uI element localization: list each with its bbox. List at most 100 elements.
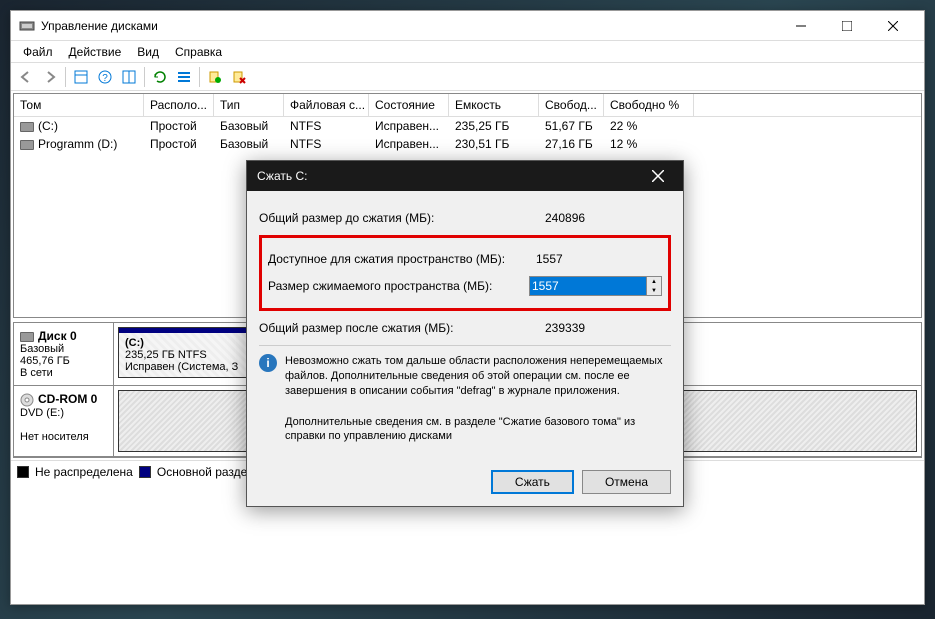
row-tom: (C:) <box>38 119 58 133</box>
row-type: Базовый <box>214 117 284 135</box>
shrink-size-input[interactable] <box>529 276 647 296</box>
maximize-button[interactable] <box>824 11 870 41</box>
row-free: 51,67 ГБ <box>539 117 604 135</box>
back-button[interactable] <box>15 66 37 88</box>
row-type: Базовый <box>214 135 284 153</box>
cdrom-icon <box>20 393 34 407</box>
row-fs: NTFS <box>284 117 369 135</box>
new-icon <box>208 70 222 84</box>
row-state: Исправен... <box>369 117 449 135</box>
minimize-icon <box>796 21 806 31</box>
toolbar-refresh[interactable] <box>149 66 171 88</box>
row-loc: Простой <box>144 117 214 135</box>
window-title: Управление дисками <box>41 19 778 33</box>
dialog-title: Сжать C: <box>257 169 643 183</box>
dialog-body: Общий размер до сжатия (МБ): 240896 Дост… <box>247 191 683 462</box>
spinner-up[interactable]: ▲ <box>647 277 661 286</box>
maximize-icon <box>842 21 852 31</box>
col-loc[interactable]: Располо... <box>144 94 214 116</box>
titlebar: Управление дисками <box>11 11 924 41</box>
help-icon: ? <box>98 70 112 84</box>
partition-state: Исправен (Система, З <box>125 361 238 373</box>
info-text-2: Дополнительные сведения см. в разделе "С… <box>285 415 671 445</box>
info-row-1: i Невозможно сжать том дальше области ра… <box>259 354 671 399</box>
cancel-button[interactable]: Отмена <box>582 470 671 494</box>
col-freepc[interactable]: Свободно % <box>604 94 694 116</box>
disk-status: Нет носителя <box>20 431 89 443</box>
disk-label[interactable]: Диск 0 Базовый 465,76 ГБ В сети <box>14 323 114 385</box>
legend-primary: Основной раздел <box>157 465 254 479</box>
disk-size: 465,76 ГБ <box>20 355 70 367</box>
highlight-box: Доступное для сжатия пространство (МБ): … <box>259 235 671 311</box>
menu-view[interactable]: Вид <box>129 43 167 61</box>
list-icon <box>177 70 191 84</box>
col-free[interactable]: Свобод... <box>539 94 604 116</box>
partition-name: (C:) <box>125 337 144 349</box>
close-icon <box>652 170 664 182</box>
table-row[interactable]: (C:) Простой Базовый NTFS Исправен... 23… <box>14 117 921 135</box>
toolbar-list[interactable] <box>173 66 195 88</box>
col-state[interactable]: Состояние <box>369 94 449 116</box>
menu-action[interactable]: Действие <box>61 43 130 61</box>
delete-icon <box>232 70 246 84</box>
col-cap[interactable]: Емкость <box>449 94 539 116</box>
disk-type: DVD (E:) <box>20 407 64 419</box>
svg-text:?: ? <box>102 73 108 84</box>
menubar: Файл Действие Вид Справка <box>11 41 924 63</box>
dialog-close-button[interactable] <box>643 161 673 191</box>
disk-name: Диск 0 <box>38 329 77 343</box>
menu-help[interactable]: Справка <box>167 43 230 61</box>
back-icon <box>19 70 33 84</box>
disk-name: CD-ROM 0 <box>38 392 97 406</box>
row-freepc: 12 % <box>604 135 694 153</box>
disk-status: В сети <box>20 367 53 379</box>
info-row-2: Дополнительные сведения см. в разделе "С… <box>285 415 671 445</box>
toolbar-view2[interactable] <box>118 66 140 88</box>
app-icon <box>19 18 35 34</box>
row-state: Исправен... <box>369 135 449 153</box>
forward-button[interactable] <box>39 66 61 88</box>
table-header: Том Располо... Тип Файловая с... Состоян… <box>14 94 921 117</box>
row-available: Доступное для сжатия пространство (МБ): … <box>268 250 662 268</box>
menu-file[interactable]: Файл <box>15 43 61 61</box>
forward-icon <box>43 70 57 84</box>
minimize-button[interactable] <box>778 11 824 41</box>
shrink-dialog: Сжать C: Общий размер до сжатия (МБ): 24… <box>246 160 684 507</box>
view1-icon <box>74 70 88 84</box>
disk-label[interactable]: CD-ROM 0 DVD (E:) Нет носителя <box>14 386 114 456</box>
label-total-before: Общий размер до сжатия (МБ): <box>259 211 541 225</box>
toolbar-view1[interactable] <box>70 66 92 88</box>
value-available: 1557 <box>532 250 662 268</box>
value-total-after: 239339 <box>541 319 671 337</box>
row-shrink-size: Размер сжимаемого пространства (МБ): ▲ ▼ <box>268 276 662 296</box>
refresh-icon <box>153 70 167 84</box>
col-type[interactable]: Тип <box>214 94 284 116</box>
label-available: Доступное для сжатия пространство (МБ): <box>268 252 532 266</box>
toolbar: ? <box>11 63 924 91</box>
legend-unalloc-icon <box>17 466 29 478</box>
disk-icon <box>20 332 34 342</box>
disk-type: Базовый <box>20 343 64 355</box>
partition-c[interactable]: (C:) 235,25 ГБ NTFS Исправен (Система, З <box>118 327 248 378</box>
spinner-down[interactable]: ▼ <box>647 286 661 295</box>
col-tom[interactable]: Том <box>14 94 144 116</box>
shrink-button[interactable]: Сжать <box>491 470 574 494</box>
dialog-buttons: Сжать Отмена <box>247 462 683 506</box>
toolbar-new[interactable] <box>204 66 226 88</box>
spinner: ▲ ▼ <box>647 276 662 296</box>
label-shrink: Размер сжимаемого пространства (МБ): <box>268 279 529 293</box>
value-total-before: 240896 <box>541 209 671 227</box>
row-tom: Programm (D:) <box>38 137 117 151</box>
row-fs: NTFS <box>284 135 369 153</box>
row-free: 27,16 ГБ <box>539 135 604 153</box>
col-fs[interactable]: Файловая с... <box>284 94 369 116</box>
row-freepc: 22 % <box>604 117 694 135</box>
info-text-1: Невозможно сжать том дальше области расп… <box>285 354 671 399</box>
table-row[interactable]: Programm (D:) Простой Базовый NTFS Испра… <box>14 135 921 153</box>
close-button[interactable] <box>870 11 916 41</box>
row-total-before: Общий размер до сжатия (МБ): 240896 <box>259 209 671 227</box>
toolbar-help[interactable]: ? <box>94 66 116 88</box>
dialog-titlebar: Сжать C: <box>247 161 683 191</box>
toolbar-delete[interactable] <box>228 66 250 88</box>
volume-icon <box>20 140 34 150</box>
